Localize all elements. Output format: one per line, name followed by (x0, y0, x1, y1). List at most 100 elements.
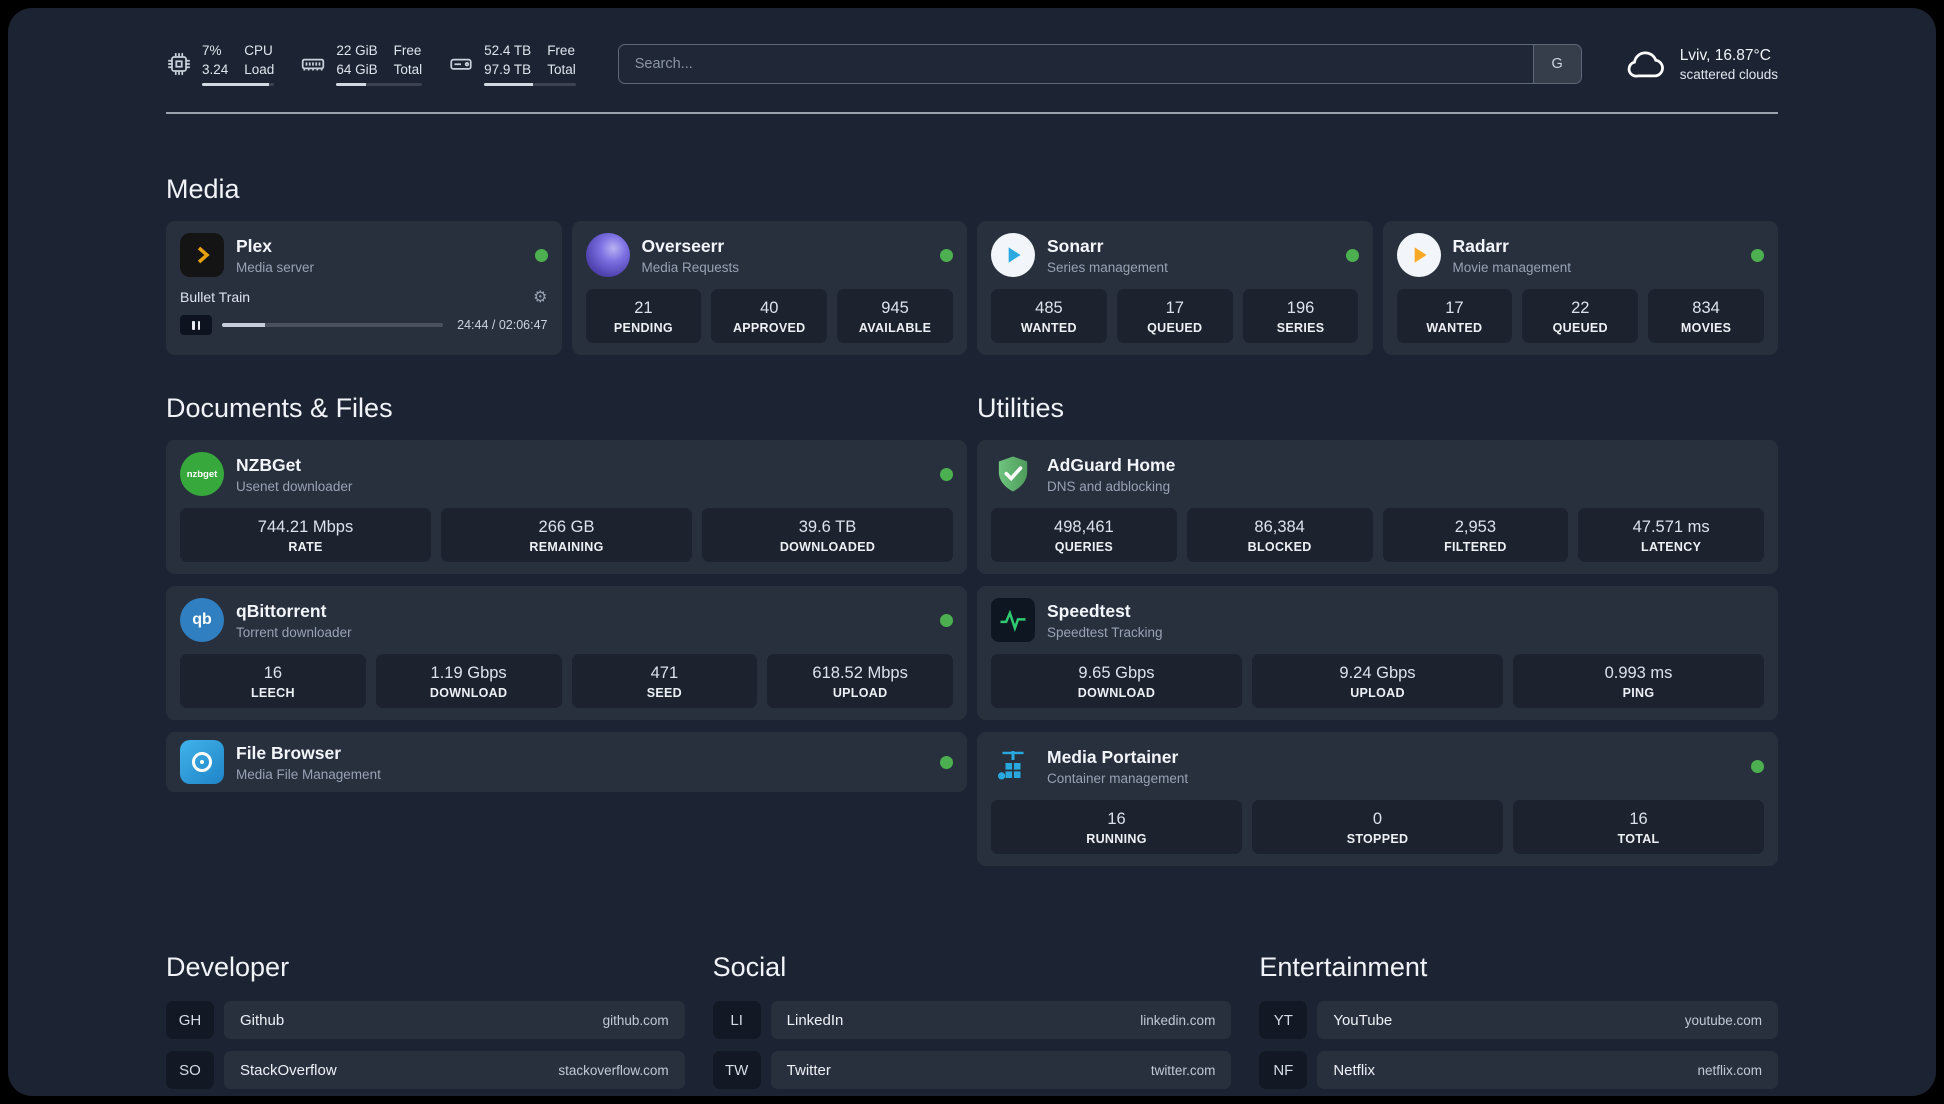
disk-total: 97.9 TB (484, 61, 532, 77)
plex-icon (180, 233, 224, 277)
disk-bar (484, 82, 576, 86)
service-card-speedtest[interactable]: Speedtest Speedtest Tracking 9.65 Gbps DO… (977, 586, 1778, 720)
status-dot (534, 248, 548, 262)
stat-stopped: 0 STOPPED (1252, 800, 1503, 854)
service-desc: Speedtest Tracking (1047, 624, 1163, 640)
service-name: NZBGet (236, 454, 302, 475)
service-name: Radarr (1452, 235, 1509, 256)
service-desc: DNS and adblocking (1047, 478, 1171, 494)
service-desc: Media server (236, 259, 315, 275)
service-card-radarr[interactable]: Radarr Movie management 17 WANTED 22 QUEUE… (1382, 221, 1778, 355)
service-card-overseerr[interactable]: Overseerr Media Requests 21 PENDING 40 APP… (571, 221, 967, 355)
bookmark-url: twitter.com (1150, 1062, 1216, 1078)
memory-label-top: Free (393, 43, 422, 59)
section-utilities: Utilities AdGuard Home DNS and adblockin… (977, 393, 1778, 878)
search-provider-button[interactable]: G (1532, 45, 1581, 83)
nzbget-icon: nzbget (180, 452, 224, 496)
stat-remaining: 266 GB REMAINING (441, 508, 692, 562)
pause-button[interactable] (180, 315, 212, 335)
bookmark-group-title: Entertainment (1259, 952, 1428, 982)
service-card-portainer[interactable]: Media Portainer Container management 16 R… (977, 732, 1778, 866)
status-dot (940, 467, 953, 481)
bookmark-name: LinkedIn (786, 1011, 844, 1029)
search-input[interactable] (618, 45, 1533, 83)
bookmark-name: Github (240, 1011, 285, 1029)
stat-available: 945 AVAILABLE (837, 289, 953, 343)
bookmark-youtube[interactable]: YT YouTube youtube.com (1259, 1001, 1778, 1039)
section-title-utilities: Utilities (977, 393, 1065, 423)
bookmark-github[interactable]: GH Github github.com (166, 1001, 685, 1039)
service-card-nzbget[interactable]: nzbget NZBGet Usenet downloader 744.21 M… (166, 440, 967, 574)
service-card-adguard[interactable]: AdGuard Home DNS and adblocking 498,461 Q… (977, 440, 1778, 574)
bookmark-url: netflix.com (1697, 1062, 1762, 1078)
bookmark-name: Twitter (786, 1061, 831, 1079)
stat-queries: 498,461 QUERIES (991, 508, 1177, 562)
service-name: qBittorrent (236, 600, 327, 621)
topbar-divider (166, 112, 1778, 114)
service-card-filebrowser[interactable]: File Browser Media File Management (166, 732, 967, 792)
stat-queued: 17 QUEUED (1116, 289, 1233, 343)
stat-filtered: 2,953 FILTERED (1382, 508, 1569, 562)
service-desc: Media File Management (236, 766, 381, 782)
section-media: Media Plex Media server Bullet Train ⚙ 2… (166, 174, 1778, 355)
system-stats: 7% 3.24 CPU Load 22 GiB 64 GiB Free Tota… (166, 42, 576, 86)
status-dot (1751, 248, 1764, 262)
bookmark-group-developer: Developer GH Github github.com SO StackO… (166, 952, 685, 1096)
service-name: Sonarr (1047, 235, 1104, 256)
stat-wanted: 485 WANTED (991, 289, 1107, 343)
bookmark-url: linkedin.com (1140, 1012, 1216, 1028)
stat-wanted: 17 WANTED (1396, 289, 1513, 343)
qbittorrent-icon: qb (180, 598, 224, 642)
stat-series: 196 SERIES (1242, 289, 1359, 343)
service-card-sonarr[interactable]: Sonarr Series management 485 WANTED 17 QUE… (977, 221, 1373, 355)
cpu-label-bottom: Load (244, 61, 275, 77)
bookmark-netflix[interactable]: NF Netflix netflix.com (1259, 1051, 1778, 1089)
service-name: Overseerr (641, 235, 725, 256)
memory-icon (302, 58, 325, 71)
playback-progress-bar[interactable] (222, 323, 444, 327)
memory-total: 64 GiB (336, 61, 378, 77)
portainer-icon (991, 744, 1035, 788)
stat-total: 16 TOTAL (1513, 800, 1764, 854)
bookmark-abbr: YT (1259, 1001, 1308, 1039)
service-card-qbittorrent[interactable]: qb qBittorrent Torrent downloader 16 LEEC… (166, 586, 967, 720)
service-name: Media Portainer (1047, 746, 1179, 767)
stat-download: 9.65 Gbps DOWNLOAD (991, 654, 1242, 708)
service-desc: Movie management (1452, 259, 1572, 275)
weather-location: Lviv, 16.87°C (1679, 46, 1771, 64)
stat-ping: 0.993 ms PING (1513, 654, 1764, 708)
stat-seed: 471 SEED (571, 654, 758, 708)
section-title-media: Media (166, 174, 240, 204)
bookmark-abbr: NF (1259, 1051, 1308, 1089)
bookmark-name: StackOverflow (240, 1061, 337, 1079)
bookmark-group-title: Developer (166, 952, 290, 982)
adguard-icon (991, 452, 1035, 496)
bookmark-twitter[interactable]: TW Twitter twitter.com (712, 1051, 1232, 1089)
bookmark-stackoverflow[interactable]: SO StackOverflow stackoverflow.com (166, 1051, 685, 1089)
service-card-plex[interactable]: Plex Media server Bullet Train ⚙ 24:44 /… (166, 221, 562, 355)
cpu-percent: 7% (202, 43, 222, 59)
bookmark-url: github.com (602, 1012, 669, 1028)
stat-approved: 40 APPROVED (711, 289, 828, 343)
status-dot (940, 248, 953, 262)
service-desc: Usenet downloader (236, 478, 353, 494)
filebrowser-icon (180, 740, 224, 784)
status-dot (940, 613, 953, 627)
bookmark-abbr: LI (712, 1001, 761, 1039)
gear-icon[interactable]: ⚙ (533, 287, 547, 306)
bookmark-linkedin[interactable]: LI LinkedIn linkedin.com (712, 1001, 1232, 1039)
memory-widget: 22 GiB 64 GiB Free Total (300, 42, 423, 86)
service-name: AdGuard Home (1047, 454, 1176, 475)
bookmark-url: stackoverflow.com (558, 1062, 669, 1078)
stat-rate: 744.21 Mbps RATE (180, 508, 431, 562)
service-name: Plex (236, 235, 272, 256)
bookmark-group-social: Social LI LinkedIn linkedin.com TW Twitt… (712, 952, 1232, 1089)
topbar: 7% 3.24 CPU Load 22 GiB 64 GiB Free Tota… (166, 42, 1778, 86)
weather-condition: scattered clouds (1679, 66, 1778, 82)
stat-downloaded: 39.6 TB DOWNLOADED (702, 508, 953, 562)
weather-widget: Lviv, 16.87°C scattered clouds (1624, 42, 1778, 86)
status-dot (1751, 759, 1764, 773)
stat-upload: 9.24 Gbps UPLOAD (1252, 654, 1503, 708)
dashboard-panel: 7% 3.24 CPU Load 22 GiB 64 GiB Free Tota… (8, 8, 1936, 1096)
bookmark-abbr: SO (166, 1051, 214, 1089)
